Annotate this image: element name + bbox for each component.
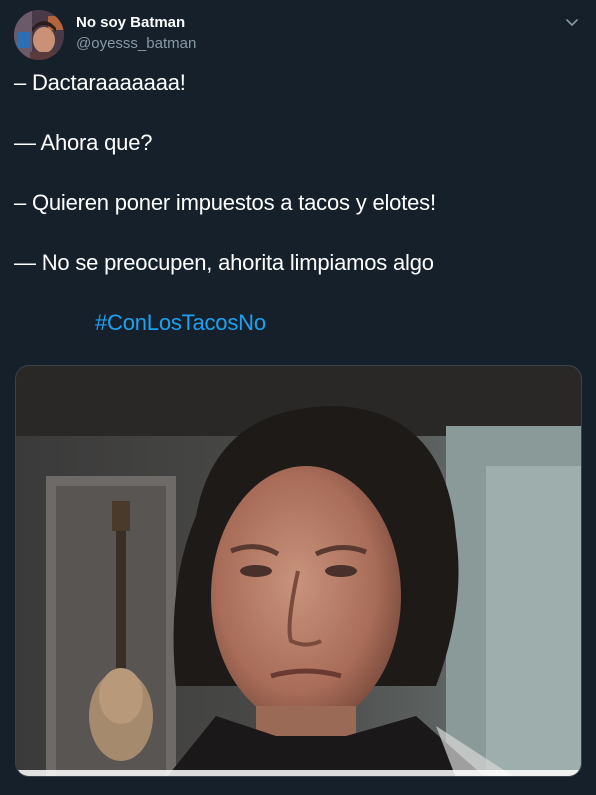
chevron-down-icon[interactable] xyxy=(562,12,582,32)
profile-avatar-icon xyxy=(14,10,64,60)
tweet-line: — Ahora que? xyxy=(14,130,153,155)
hashtag-link[interactable]: #ConLosTacosNo xyxy=(95,308,582,338)
tweet-text: – Dactaraaaaaaa! — Ahora que? – Quieren … xyxy=(14,68,582,338)
avatar[interactable] xyxy=(14,10,64,60)
tweet-card: No soy Batman @oyesss_batman – Dactaraaa… xyxy=(0,0,596,795)
tweet-media-photo[interactable] xyxy=(15,365,582,777)
photo-image xyxy=(16,366,581,776)
tweet-line: — No se preocupen, ahorita limpiamos alg… xyxy=(14,250,434,275)
author-display-name[interactable]: No soy Batman xyxy=(76,14,185,31)
tweet-header: No soy Batman @oyesss_batman xyxy=(14,10,582,60)
author-handle[interactable]: @oyesss_batman xyxy=(76,35,196,52)
tweet-line: – Dactaraaaaaaa! xyxy=(14,70,186,95)
tweet-line: – Quieren poner impuestos a tacos y elot… xyxy=(14,190,436,215)
